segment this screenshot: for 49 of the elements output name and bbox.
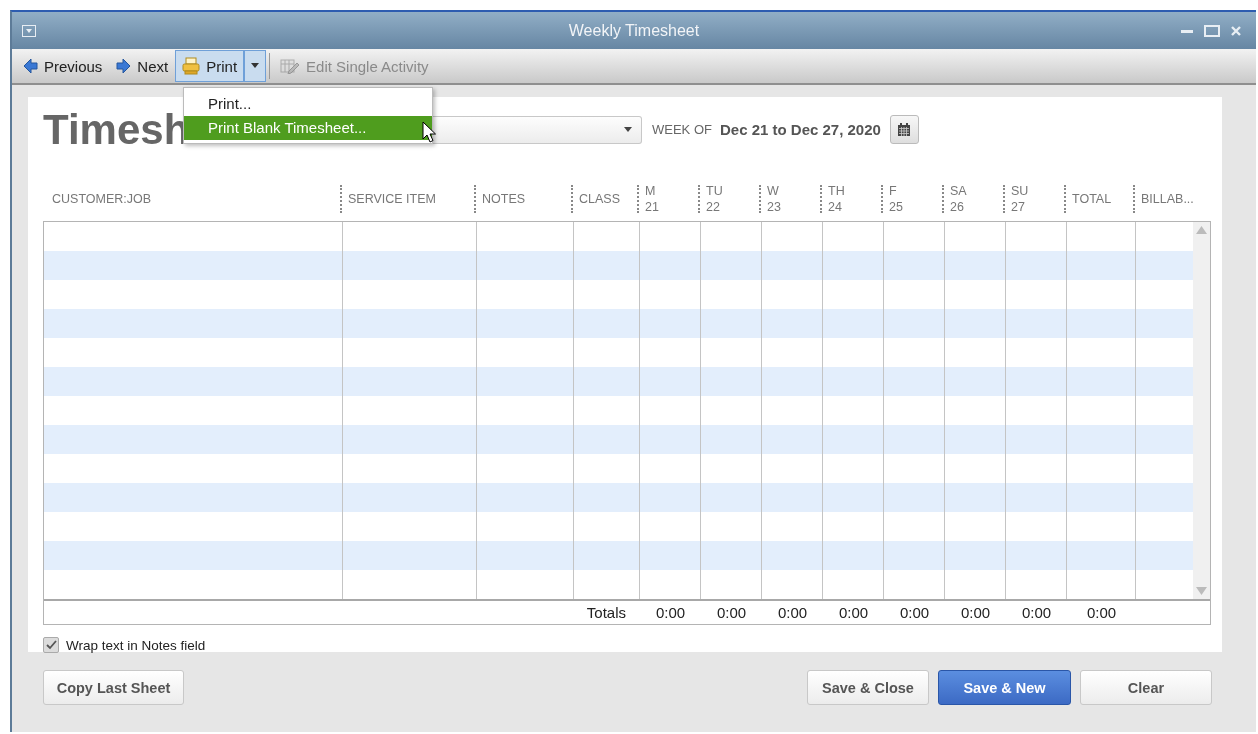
caret-icon	[250, 63, 261, 69]
window-title: Weekly Timesheet	[568, 21, 700, 40]
scroll-up-icon[interactable]	[1196, 226, 1207, 234]
print-dropdown-button[interactable]	[244, 50, 267, 82]
column-header: SA 26	[950, 183, 967, 215]
total-value: 0:00	[960, 604, 991, 621]
total-value: 0:00	[777, 604, 808, 621]
system-menu-icon[interactable]	[22, 24, 36, 37]
column-header: TU 22	[706, 183, 723, 215]
scrollbar[interactable]	[1193, 222, 1210, 599]
printer-icon	[182, 57, 201, 75]
left-arrow-icon	[23, 58, 38, 74]
scroll-down-icon[interactable]	[1196, 587, 1207, 595]
calendar-icon	[898, 123, 911, 136]
totals-label: Totals	[586, 604, 626, 621]
caret-icon	[623, 126, 633, 133]
column-header: M 21	[645, 183, 659, 215]
previous-button[interactable]: Previous	[16, 50, 110, 82]
copy-last-sheet-button[interactable]: Copy Last Sheet	[43, 670, 184, 705]
total-value: 0:00	[1021, 604, 1052, 621]
total-value: 0:00	[899, 604, 930, 621]
column-header: F 25	[889, 183, 903, 215]
week-range: Dec 21 to Dec 27, 2020	[719, 121, 881, 138]
next-button[interactable]: Next	[109, 50, 176, 82]
column-header: CLASS	[579, 191, 620, 207]
column-header: SERVICE ITEM	[348, 191, 436, 207]
column-header: BILLAB...	[1141, 191, 1194, 207]
column-header: W 23	[767, 183, 781, 215]
save-new-button[interactable]: Save & New	[938, 670, 1071, 705]
calendar-button[interactable]	[889, 115, 919, 144]
total-value: 0:00	[716, 604, 747, 621]
total-value: 0:00	[655, 604, 686, 621]
total-value: 0:00	[838, 604, 869, 621]
column-header: CUSTOMER:JOB	[52, 191, 152, 207]
wrap-notes-checkbox[interactable]	[43, 637, 59, 653]
save-close-button[interactable]: Save & Close	[807, 670, 929, 705]
wrap-notes-label: Wrap text in Notes field	[66, 637, 206, 653]
column-header: TH 24	[828, 183, 845, 215]
close-icon[interactable]	[1230, 24, 1242, 37]
column-header: TOTAL	[1072, 191, 1112, 207]
edit-sheet-icon	[280, 58, 301, 74]
week-of-label: WEEK OF	[652, 122, 712, 137]
column-header: SU 27	[1011, 183, 1029, 215]
total-value: 0:00	[1086, 604, 1117, 621]
clear-button[interactable]: Clear	[1080, 670, 1212, 705]
maximize-icon[interactable]	[1204, 24, 1220, 37]
print-button[interactable]: Print	[175, 50, 245, 82]
column-header: NOTES	[482, 191, 526, 207]
right-arrow-icon	[116, 58, 132, 74]
